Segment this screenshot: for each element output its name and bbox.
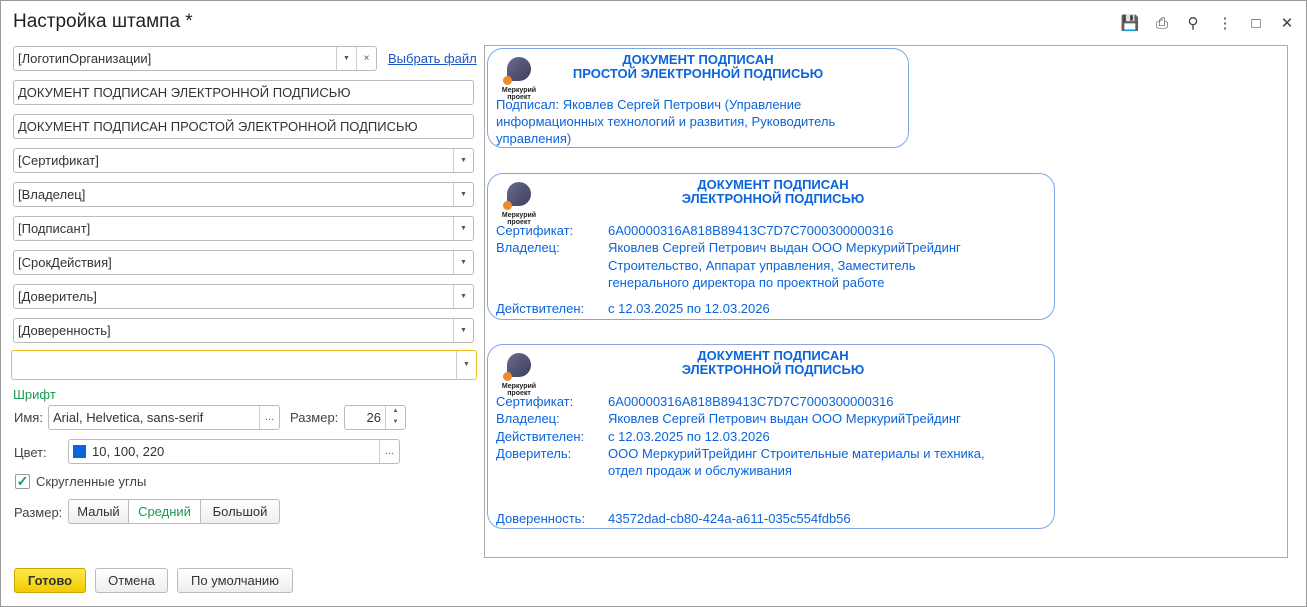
more-icon[interactable]: ⋮ [1215, 13, 1235, 33]
font-section-title: Шрифт [13, 387, 56, 402]
font-size-stepper[interactable]: 26 ▲ ▼ [344, 405, 406, 430]
company-logo: Меркурий проект [494, 182, 544, 226]
color-label: Цвет: [14, 445, 47, 460]
done-button[interactable]: Готово [14, 568, 86, 593]
color-field[interactable]: 10, 100, 220 … [68, 439, 400, 464]
preview-icon[interactable]: ⚲ [1183, 13, 1203, 33]
size-small-button[interactable]: Малый [68, 499, 129, 524]
template-field[interactable]: [Сертификат] ▼ [13, 148, 474, 173]
company-logo: Меркурий проект [494, 353, 544, 397]
close-icon[interactable]: ✕ [1277, 13, 1297, 33]
print-icon[interactable]: ⎙ [1152, 13, 1172, 33]
dropdown-icon[interactable]: ▼ [453, 217, 473, 240]
dropdown-icon[interactable]: ▼ [453, 285, 473, 308]
template-field[interactable]: [Доверитель] ▼ [13, 284, 474, 309]
stamp-header: ДОКУМЕНТ ПОДПИСАН ЭЛЕКТРОННОЙ ПОДПИСЬЮ [681, 348, 865, 377]
size-medium-button[interactable]: Средний [128, 499, 201, 524]
dropdown-icon[interactable]: ▼ [336, 47, 356, 70]
stamp-header: ДОКУМЕНТ ПОДПИСАН ЭЛЕКТРОННОЙ ПОДПИСЬЮ [681, 177, 865, 206]
stepper-arrows[interactable]: ▲ ▼ [385, 406, 405, 429]
template-field[interactable]: [Доверенность] ▼ [13, 318, 474, 343]
template-field[interactable]: ▼ [11, 350, 477, 380]
header-text-field[interactable]: ДОКУМЕНТ ПОДПИСАН ЭЛЕКТРОННОЙ ПОДПИСЬЮ [13, 80, 474, 105]
stamp-line: информационных технологий и развития, Ру… [496, 114, 836, 129]
template-field-value: [СрокДействия] [18, 255, 112, 270]
dropdown-icon[interactable]: ▼ [453, 319, 473, 342]
stamp-line: управления) [496, 131, 572, 146]
clear-icon[interactable]: × [356, 47, 376, 70]
ellipsis-button[interactable]: … [379, 440, 399, 463]
size-label: Размер: [290, 410, 339, 425]
window-title: Настройка штампа * [13, 11, 193, 32]
stamp-line: Подписал: Яковлев Сергей Петрович (Управ… [496, 97, 802, 112]
font-size-value: 26 [366, 410, 381, 425]
template-field-value: [Владелец] [18, 187, 86, 202]
color-value: 10, 100, 220 [92, 444, 165, 459]
dropdown-icon[interactable]: ▼ [456, 351, 476, 379]
color-swatch [73, 445, 86, 458]
stamp-power-of-attorney: Меркурий проект ДОКУМЕНТ ПОДПИСАН ЭЛЕКТРОН… [487, 344, 1055, 529]
choose-file-link[interactable]: Выбрать файл [388, 51, 477, 66]
dialog-window: Настройка штампа * 💾 ⎙ ⚲ ⋮ □ ✕ [ЛоготипО… [0, 0, 1307, 607]
ellipsis-button[interactable]: … [259, 406, 279, 429]
rounded-corners-checkbox[interactable]: ✓ [15, 474, 30, 489]
save-icon[interactable]: 💾 [1120, 13, 1140, 33]
template-field-value: [Доверитель] [18, 289, 97, 304]
dropdown-icon[interactable]: ▼ [453, 251, 473, 274]
rounded-corners-label: Скругленные углы [36, 474, 147, 489]
stamp-size-label: Размер: [14, 505, 63, 520]
font-name-value: Arial, Helvetica, sans-serif [53, 410, 204, 425]
template-field[interactable]: [Владелец] ▼ [13, 182, 474, 207]
stamp-header: ДОКУМЕНТ ПОДПИСАН ПРОСТОЙ ЭЛЕКТРОННОЙ ПОД… [572, 52, 824, 81]
template-field[interactable]: [СрокДействия] ▼ [13, 250, 474, 275]
logo-field[interactable]: [ЛоготипОрганизации] ▼ × [13, 46, 377, 71]
font-name-field[interactable]: Arial, Helvetica, sans-serif … [48, 405, 280, 430]
dropdown-icon[interactable]: ▼ [453, 149, 473, 172]
size-large-button[interactable]: Большой [200, 499, 280, 524]
template-field-value: [Подписант] [18, 221, 91, 236]
logo-field-value: [ЛоготипОрганизации] [18, 51, 152, 66]
stamp-simple: Меркурий проект ДОКУМЕНТ ПОДПИСАН ПРОСТОЙ … [487, 48, 909, 148]
stamp-certificate: Меркурий проект ДОКУМЕНТ ПОДПИСАН ЭЛЕКТРОН… [487, 173, 1055, 320]
maximize-icon[interactable]: □ [1246, 13, 1266, 33]
header-simple-text-field[interactable]: ДОКУМЕНТ ПОДПИСАН ПРОСТОЙ ЭЛЕКТРОННОЙ ПО… [13, 114, 474, 139]
font-name-label: Имя: [14, 410, 43, 425]
template-field[interactable]: [Подписант] ▼ [13, 216, 474, 241]
template-field-value: [Доверенность] [18, 323, 111, 338]
cancel-button[interactable]: Отмена [95, 568, 168, 593]
dropdown-icon[interactable]: ▼ [453, 183, 473, 206]
stamp-preview-panel: Меркурий проект ДОКУМЕНТ ПОДПИСАН ПРОСТОЙ … [484, 45, 1288, 558]
default-button[interactable]: По умолчанию [177, 568, 293, 593]
template-field-value: [Сертификат] [18, 153, 99, 168]
